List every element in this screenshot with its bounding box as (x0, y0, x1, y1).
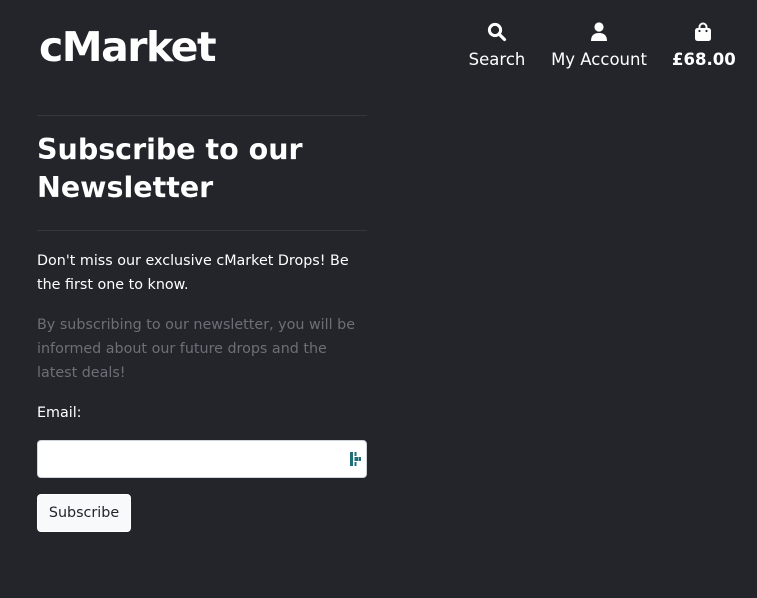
email-label: Email: (37, 405, 82, 421)
nav-account-label: My Account (551, 50, 647, 69)
password-manager-icon[interactable] (350, 451, 362, 467)
nav-account-link[interactable]: My Account (548, 22, 650, 72)
nav-cart-link[interactable]: £68.00 (672, 22, 736, 72)
site-logo[interactable]: cMarket (39, 22, 217, 72)
email-field[interactable] (37, 440, 367, 478)
search-icon (467, 22, 527, 44)
newsletter-lead: Don't miss our exclusive cMarket Drops! … (37, 253, 349, 293)
divider (37, 115, 367, 116)
user-icon (548, 22, 650, 44)
nav-search-label: Search (468, 50, 526, 69)
page-title: Subscribe to our Newsletter (37, 133, 303, 204)
cart-total: £68.00 (672, 50, 736, 69)
email-field-wrapper (37, 440, 367, 478)
subscribe-button[interactable]: Subscribe (37, 494, 131, 532)
divider (37, 230, 367, 231)
shopping-bag-icon (672, 22, 734, 44)
nav-search-link[interactable]: Search (467, 22, 527, 72)
newsletter-description: By subscribing to our newsletter, you wi… (37, 317, 355, 381)
